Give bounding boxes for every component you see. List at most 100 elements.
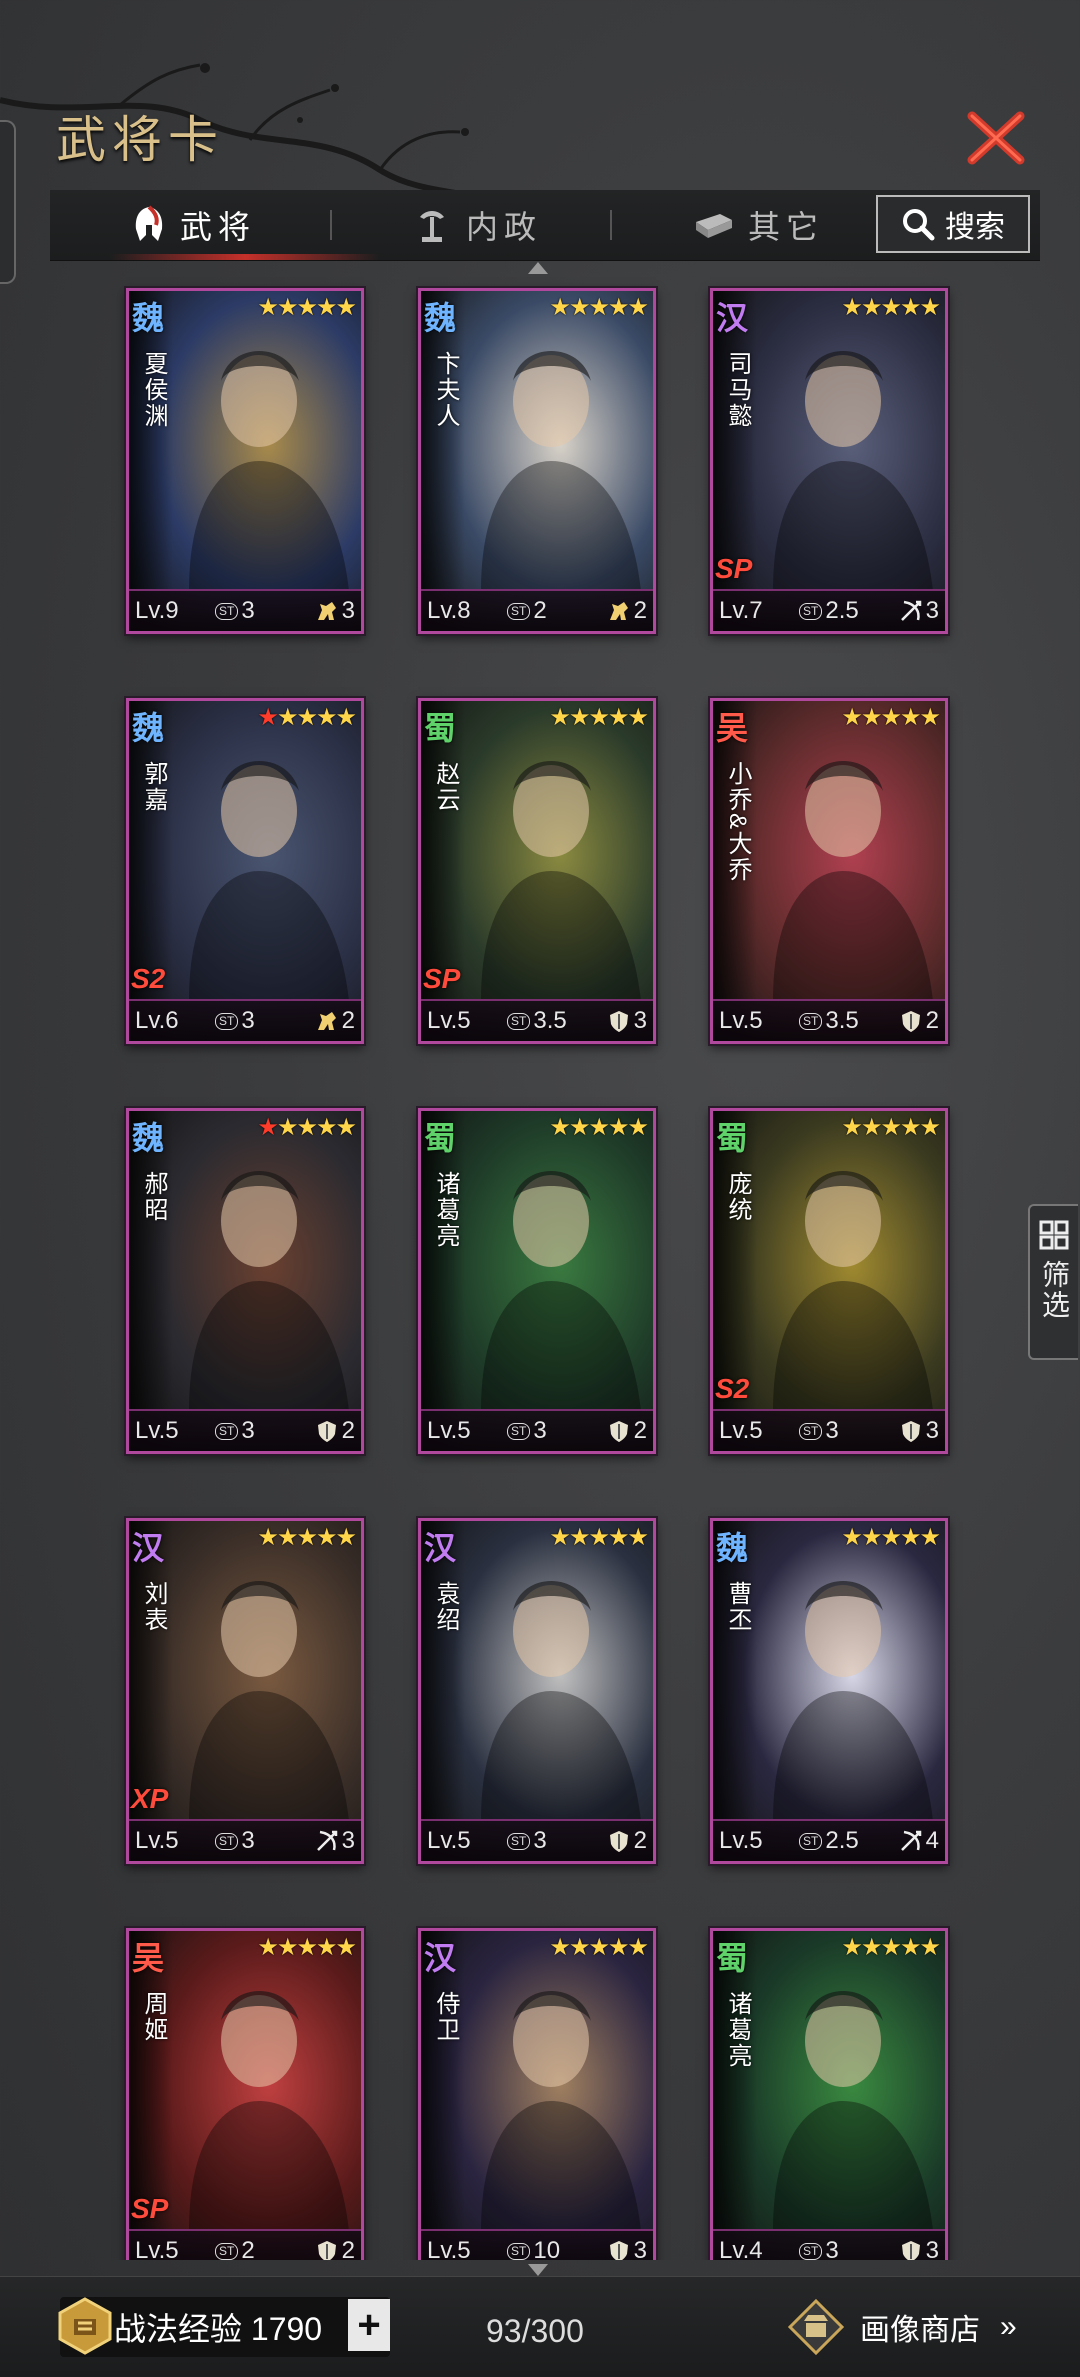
unit-type: 2 — [606, 1417, 647, 1445]
shield-icon — [609, 1421, 628, 1442]
general-name: 卞夫人 — [432, 351, 459, 429]
cost-value: 2 — [241, 2237, 255, 2260]
kingdom-label: 汉 — [424, 1939, 457, 1977]
general-card[interactable]: 魏卞夫人 ★★★★★ Lv.8 ST 2 2 — [418, 288, 656, 634]
general-card[interactable]: 魏曹丕 ★★★★★ Lv.5 ST 2.5 4 — [710, 1518, 948, 1864]
card-footer: Lv.5 ST 3 2 — [421, 1819, 653, 1861]
cost-display: ST 2.5 — [799, 1827, 859, 1855]
kingdom-label: 魏 — [716, 1529, 749, 1567]
cost-icon: ST — [215, 1832, 239, 1850]
general-card[interactable]: 蜀赵云 ★★★★★ SP Lv.5 ST 3.5 3 — [418, 698, 656, 1044]
cost-display: ST 3 — [799, 1417, 839, 1445]
general-card[interactable]: 吴小乔&大乔 ★★★★★ Lv.5 ST 3.5 2 — [710, 698, 948, 1044]
general-name: 庞统 — [724, 1171, 751, 1223]
cost-value: 3 — [533, 1827, 547, 1854]
level-label: Lv.6 — [135, 1007, 179, 1034]
cost-display: ST 3 — [215, 1417, 255, 1445]
star-icon: ★ — [568, 1524, 590, 1551]
general-card[interactable]: 汉侍卫 ★★★★★ Lv.5 ST 10 3 — [418, 1928, 656, 2260]
star-icon: ★ — [335, 1114, 356, 1141]
star-icon: ★ — [315, 1934, 337, 1961]
kingdom-label: 吴 — [716, 709, 749, 747]
cost-value: 3 — [241, 1007, 255, 1034]
general-card[interactable]: 魏郝昭 ★★★★★ Lv.5 ST 3 2 — [126, 1108, 364, 1454]
unit-type: 3 — [898, 597, 939, 625]
cost-value: 2 — [533, 597, 547, 624]
sp-badge: SP — [423, 963, 461, 994]
tactic-exp-display: 战法经验 1790 — [58, 2297, 390, 2357]
star-icon: ★ — [568, 1114, 590, 1141]
portrait-shop-button[interactable]: 画像商店 » — [786, 2297, 1017, 2357]
shield-icon — [317, 1421, 336, 1442]
unit-count: 3 — [341, 597, 355, 624]
general-card[interactable]: 蜀庞统 ★★★★★ S2 Lv.5 ST 3 3 — [710, 1108, 948, 1454]
star-icon: ★ — [841, 1524, 862, 1551]
chevron-right-icon: » — [1000, 2310, 1017, 2343]
star-icon: ★ — [335, 1934, 356, 1961]
card-footer: Lv.5 ST 3 2 — [421, 1409, 653, 1451]
star-icon: ★ — [860, 704, 882, 731]
star-icon: ★ — [296, 704, 317, 731]
cost-display: ST 2 — [215, 2237, 255, 2260]
star-icon: ★ — [276, 1934, 298, 1961]
shield-icon — [317, 2241, 336, 2260]
level-label: Lv.5 — [135, 1417, 179, 1444]
general-name: 小乔&大乔 — [724, 761, 751, 884]
cost-value: 3.5 — [533, 1007, 567, 1034]
cost-value: 3 — [241, 597, 255, 624]
cost-display: ST 2 — [507, 597, 547, 625]
cost-value: 3 — [825, 1417, 839, 1444]
card-footer: Lv.5 ST 10 3 — [421, 2229, 653, 2260]
unit-count: 3 — [633, 1007, 647, 1034]
star-icon: ★ — [276, 1114, 298, 1141]
card-footer: Lv.6 ST 3 2 — [129, 999, 361, 1041]
level-label: Lv.9 — [135, 597, 179, 624]
star-icon: ★ — [627, 1524, 648, 1551]
star-icon: ★ — [607, 1114, 629, 1141]
star-icon: ★ — [335, 294, 356, 321]
star-icon: ★ — [880, 294, 901, 321]
card-footer: Lv.5 ST 3 3 — [713, 1409, 945, 1451]
star-icon: ★ — [315, 1524, 337, 1551]
cost-icon: ST — [507, 1832, 531, 1850]
kingdom-label: 蜀 — [716, 1939, 749, 1977]
kingdom-label: 魏 — [424, 299, 457, 337]
general-name: 周姬 — [140, 1991, 167, 2043]
general-card[interactable]: 蜀诸葛亮 ★★★★★ Lv.4 ST 3 3 — [710, 1928, 948, 2260]
level-label: Lv.5 — [427, 2237, 471, 2260]
star-icon: ★ — [880, 1934, 901, 1961]
unit-count: 2 — [633, 1417, 647, 1444]
star-icon: ★ — [335, 704, 356, 731]
general-card[interactable]: 魏夏侯渊 ★★★★★ Lv.9 ST 3 3 — [126, 288, 364, 634]
cavalry-icon — [317, 1012, 336, 1030]
star-rating: ★★★★★ — [257, 293, 357, 322]
star-icon: ★ — [860, 1934, 882, 1961]
cost-display: ST 10 — [507, 2237, 560, 2260]
star-icon: ★ — [549, 1934, 570, 1961]
unit-type: 4 — [898, 1827, 939, 1855]
shop-label: 画像商店 — [860, 2314, 980, 2347]
kingdom-label: 汉 — [132, 1529, 165, 1567]
general-card[interactable]: 魏郭嘉 ★★★★★ S2 Lv.6 ST 3 2 — [126, 698, 364, 1044]
unit-count: 2 — [925, 1007, 939, 1034]
general-name: 诸葛亮 — [432, 1171, 459, 1249]
cost-icon: ST — [507, 602, 531, 620]
unit-count: 2 — [633, 597, 647, 624]
card-footer: Lv.8 ST 2 2 — [421, 589, 653, 631]
level-label: Lv.5 — [135, 2237, 179, 2260]
general-card[interactable]: 吴周姬 ★★★★★ SP Lv.5 ST 2 2 — [126, 1928, 364, 2260]
sp-badge: XP — [131, 1783, 169, 1814]
general-card[interactable]: 汉袁绍 ★★★★★ Lv.5 ST 3 2 — [418, 1518, 656, 1864]
general-card[interactable]: 汉刘表 ★★★★★ XP Lv.5 ST 3 3 — [126, 1518, 364, 1864]
archer-icon — [900, 1830, 921, 1851]
unit-count: 3 — [633, 2237, 647, 2260]
general-card[interactable]: 汉司马懿 ★★★★★ SP Lv.7 ST 2.5 3 — [710, 288, 948, 634]
general-card[interactable]: 蜀诸葛亮 ★★★★★ Lv.5 ST 3 2 — [418, 1108, 656, 1454]
general-name: 刘表 — [140, 1581, 167, 1633]
cost-value: 3 — [241, 1827, 255, 1854]
name-shade — [421, 1521, 465, 1861]
star-icon: ★ — [257, 1934, 278, 1961]
filter-button[interactable]: 筛选 — [1028, 1204, 1078, 1360]
add-exp-button[interactable]: + — [348, 2299, 390, 2351]
unit-count: 4 — [925, 1827, 939, 1854]
